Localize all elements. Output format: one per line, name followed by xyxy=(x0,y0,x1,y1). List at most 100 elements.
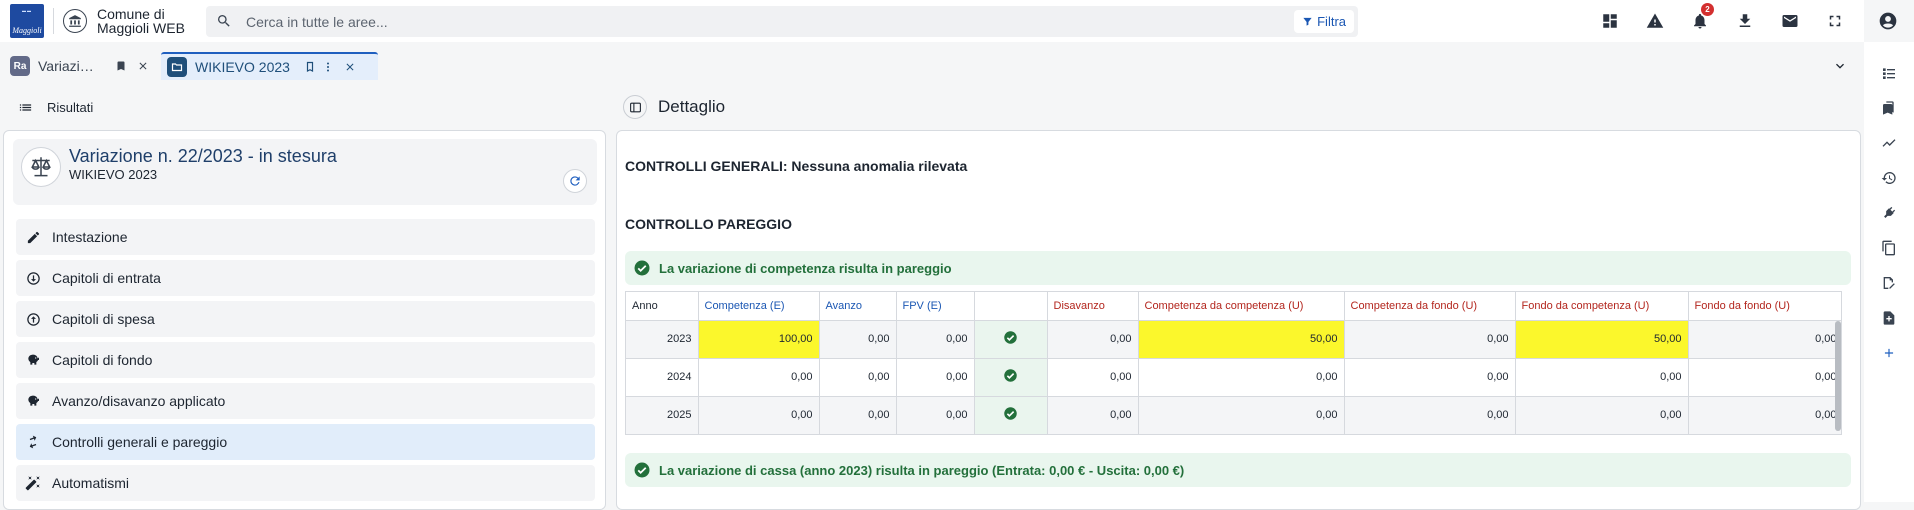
more-vertical-icon[interactable] xyxy=(319,58,337,76)
menu-item-label: Automatismi xyxy=(52,475,130,491)
filter-button[interactable]: Filtra xyxy=(1294,10,1354,33)
check-circle-icon xyxy=(1003,368,1018,383)
table-row: 2024 0,00 0,00 0,00 0,00 0,00 0,00 0,00 … xyxy=(626,358,1841,397)
arrow-circle-up-icon xyxy=(24,310,42,328)
col-header-anno[interactable]: Anno xyxy=(626,292,699,321)
add-document-icon[interactable] xyxy=(1879,308,1899,328)
cassa-status-text: La variazione di cassa (anno 2023) risul… xyxy=(659,462,1185,478)
tab-app-icon: Ra xyxy=(10,56,30,76)
col-header-disavanzo[interactable]: Disavanzo xyxy=(1047,292,1139,321)
mail-icon[interactable] xyxy=(1778,9,1802,33)
tab-variazioni[interactable]: Ra Variazi… xyxy=(4,52,159,80)
menu-item-label: Avanzo/disavanzo applicato xyxy=(52,393,226,409)
fullscreen-icon[interactable] xyxy=(1823,9,1847,33)
balance-check-title: CONTROLLO PAREGGIO xyxy=(625,216,792,232)
pencil-icon xyxy=(24,228,42,246)
bookmarks-icon[interactable] xyxy=(1879,98,1899,118)
add-icon[interactable] xyxy=(1879,343,1899,363)
cell-competenza-da-fondo: 0,00 xyxy=(1344,358,1516,397)
plug-icon[interactable] xyxy=(1879,203,1899,223)
cell-disavanzo: 0,00 xyxy=(1047,358,1139,397)
user-account-icon[interactable] xyxy=(1876,9,1900,33)
menu-item-automatismi[interactable]: Automatismi xyxy=(16,465,595,501)
menu-item-label: Intestazione xyxy=(52,229,128,245)
menu-item-intestazione[interactable]: Intestazione xyxy=(16,219,595,255)
balance-scale-icon xyxy=(21,147,61,187)
cell-competenza-e: 0,00 xyxy=(698,358,820,397)
close-icon[interactable] xyxy=(134,57,152,75)
menu-item-label: Capitoli di entrata xyxy=(52,270,161,286)
global-search[interactable]: Cerca in tutte le aree... Filtra xyxy=(206,6,1358,37)
table-scrollbar[interactable] xyxy=(1835,321,1841,431)
col-header-competenza-e[interactable]: Competenza (E) xyxy=(698,292,820,321)
col-header-check xyxy=(974,292,1048,321)
col-header-fpv-e[interactable]: FPV (E) xyxy=(896,292,975,321)
variation-subtitle: WIKIEVO 2023 xyxy=(69,167,158,182)
filter-icon xyxy=(1302,16,1313,27)
cell-fondo-da-fondo: 0,00 xyxy=(1688,320,1841,359)
magic-wand-icon xyxy=(24,474,42,492)
download-icon[interactable] xyxy=(1733,9,1757,33)
cell-competenza-da-fondo: 0,00 xyxy=(1344,320,1516,359)
tab-wikievo-2023[interactable]: WIKIEVO 2023 xyxy=(161,52,378,80)
close-icon[interactable] xyxy=(341,58,359,76)
piggy-bank-icon xyxy=(24,392,42,410)
trend-icon[interactable] xyxy=(1879,133,1899,153)
chevron-down-icon[interactable] xyxy=(1832,58,1848,74)
warning-icon[interactable] xyxy=(1643,9,1667,33)
notification-badge: 2 xyxy=(1701,3,1714,16)
organization-name: Comune di Maggioli WEB xyxy=(97,7,185,35)
menu-item-capitoli-entrata[interactable]: Capitoli di entrata xyxy=(16,260,595,296)
refresh-icon[interactable] xyxy=(563,169,587,193)
piggy-bank-icon xyxy=(24,351,42,369)
col-header-fondo-da-fondo[interactable]: Fondo da fondo (U) xyxy=(1688,292,1841,321)
cell-disavanzo: 0,00 xyxy=(1047,396,1139,434)
cell-check xyxy=(974,320,1048,359)
cell-avanzo: 0,00 xyxy=(819,320,897,359)
header-divider xyxy=(53,8,54,34)
panel-toggle-icon[interactable] xyxy=(623,95,647,119)
bookmark-icon[interactable] xyxy=(112,57,130,75)
logo-mark: ▬▬ xyxy=(22,8,32,13)
competenza-status-text: La variazione di competenza risulta in p… xyxy=(659,260,952,276)
col-header-competenza-da-fondo[interactable]: Competenza da fondo (U) xyxy=(1344,292,1516,321)
search-input[interactable]: Cerca in tutte le aree... xyxy=(246,14,388,30)
col-header-competenza-da-competenza[interactable]: Competenza da competenza (U) xyxy=(1138,292,1345,321)
checklist-icon[interactable] xyxy=(1879,63,1899,83)
copy-icon[interactable] xyxy=(1879,238,1899,258)
col-header-avanzo[interactable]: Avanzo xyxy=(819,292,897,321)
cell-fondo-da-competenza: 50,00 xyxy=(1515,320,1689,359)
bookmark-outline-icon[interactable] xyxy=(301,58,319,76)
cell-check xyxy=(974,396,1048,434)
col-header-fondo-da-competenza[interactable]: Fondo da competenza (U) xyxy=(1515,292,1689,321)
menu-item-controlli-pareggio[interactable]: Controlli generali e pareggio xyxy=(16,424,595,460)
edit-document-icon[interactable] xyxy=(1879,273,1899,293)
check-circle-icon xyxy=(633,259,651,277)
menu-item-label: Controlli generali e pareggio xyxy=(52,434,228,450)
menu-item-capitoli-fondo[interactable]: Capitoli di fondo xyxy=(16,342,595,378)
results-header: Risultati xyxy=(0,92,606,122)
table-row: 2023 100,00 0,00 0,00 0,00 50,00 0,00 50… xyxy=(626,320,1841,359)
top-toolbar: 2 xyxy=(1598,3,1847,33)
arrow-circle-down-icon xyxy=(24,269,42,287)
notifications-icon[interactable]: 2 xyxy=(1688,3,1714,33)
list-icon[interactable] xyxy=(18,100,33,115)
balance-arrows-icon xyxy=(24,433,42,451)
menu-item-capitoli-spesa[interactable]: Capitoli di spesa xyxy=(16,301,595,337)
general-check-title: CONTROLLI GENERALI: Nessuna anomalia ril… xyxy=(625,158,968,174)
filter-label: Filtra xyxy=(1317,14,1346,29)
cell-fondo-da-fondo: 0,00 xyxy=(1688,358,1841,397)
cell-fpv-e: 0,00 xyxy=(896,358,975,397)
menu-item-avanzo-disavanzo[interactable]: Avanzo/disavanzo applicato xyxy=(16,383,595,419)
dashboard-icon[interactable] xyxy=(1598,9,1622,33)
right-side-rail xyxy=(1864,42,1914,502)
detail-panel: CONTROLLI GENERALI: Nessuna anomalia ril… xyxy=(616,130,1861,510)
maggioli-logo[interactable]: ▬▬ Maggioli xyxy=(10,4,44,38)
cell-fondo-da-competenza: 0,00 xyxy=(1515,396,1689,434)
org-name-line2: Maggioli WEB xyxy=(97,20,185,36)
cell-fondo-da-competenza: 0,00 xyxy=(1515,358,1689,397)
org-name-line1: Comune di xyxy=(97,6,165,22)
tab-label: WIKIEVO 2023 xyxy=(195,59,290,75)
history-icon[interactable] xyxy=(1879,168,1899,188)
municipality-icon xyxy=(63,9,87,33)
